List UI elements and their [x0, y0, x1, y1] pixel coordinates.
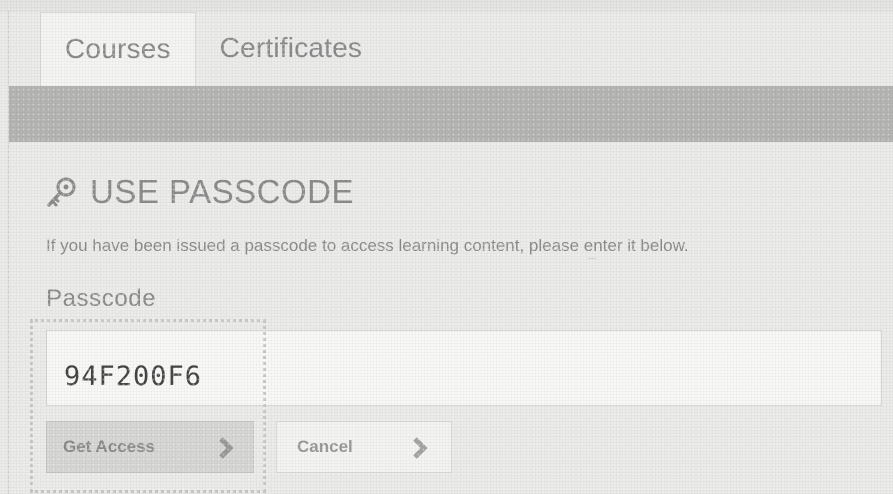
header-band [9, 86, 893, 142]
page-title: USE PASSCODE [90, 173, 354, 210]
get-access-label: Get Access [63, 437, 155, 456]
chevron-right-icon [413, 437, 428, 459]
top-strip [0, 0, 893, 12]
cancel-label: Cancel [297, 437, 353, 456]
passcode-label: Passcode [46, 285, 157, 312]
get-access-button[interactable]: Get Access [46, 421, 254, 473]
cancel-button[interactable]: Cancel [276, 421, 452, 473]
tab-certificates[interactable]: Certificates [196, 12, 386, 86]
passcode-value[interactable]: 94F200F6 [64, 361, 202, 392]
scan-mark [588, 258, 596, 259]
tab-bar: Courses Certificates [40, 12, 386, 87]
chevron-right-icon [219, 437, 234, 459]
section-heading: USE PASSCODE [46, 173, 354, 211]
key-icon [47, 177, 76, 207]
instructions-text: If you have been issued a passcode to ac… [46, 236, 689, 255]
page-edge [8, 10, 9, 494]
tab-courses[interactable]: Courses [40, 12, 196, 87]
